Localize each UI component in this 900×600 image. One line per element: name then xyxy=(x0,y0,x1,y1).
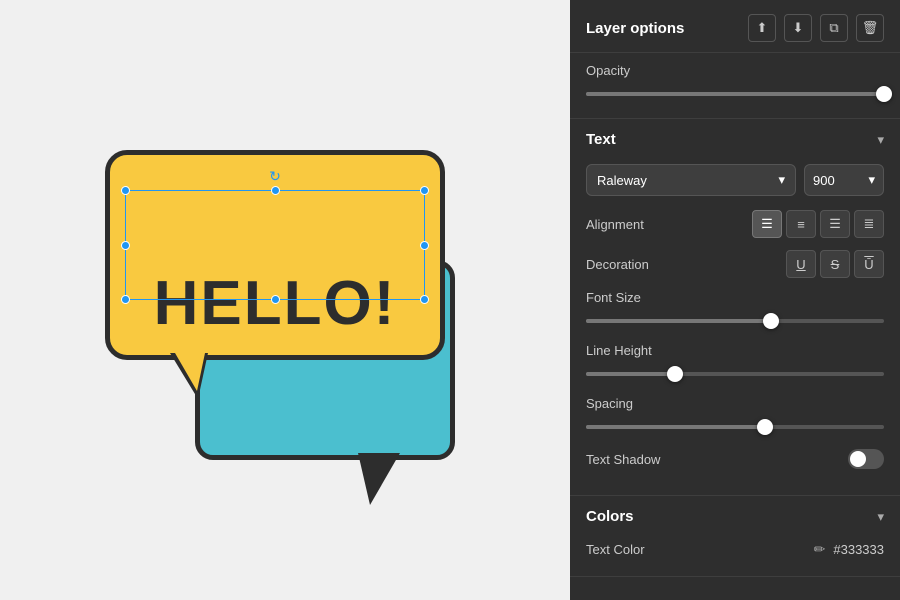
alignment-buttons: ☰ ≡ ☰ ≣ xyxy=(752,210,884,238)
colors-chevron-icon: ▾ xyxy=(877,509,884,525)
spacing-track xyxy=(586,425,884,429)
right-panel: Layer options ⬆ ⬇ ⧉ 🗑 Opacity Text ▾ R xyxy=(570,0,900,600)
line-height-slider[interactable] xyxy=(586,364,884,384)
line-height-fill xyxy=(586,372,675,376)
alignment-row: Alignment ☰ ≡ ☰ ≣ xyxy=(586,210,884,238)
spacing-row: Spacing xyxy=(586,396,884,437)
align-bottom-button[interactable]: ⬇ xyxy=(784,14,812,42)
text-color-value[interactable]: #333333 xyxy=(833,542,884,557)
opacity-thumb[interactable] xyxy=(876,86,892,102)
decoration-buttons: U S Ū xyxy=(786,250,884,278)
copy-button[interactable]: ⧉ xyxy=(820,14,848,42)
text-section: Text ▾ Raleway ▾ 900 ▾ Alignment ☰ xyxy=(570,119,900,496)
text-shadow-row: Text Shadow xyxy=(586,449,884,469)
alignment-label: Alignment xyxy=(586,217,644,232)
text-shadow-toggle[interactable] xyxy=(848,449,884,469)
text-section-header[interactable]: Text ▾ xyxy=(570,119,900,160)
delete-button[interactable]: 🗑 xyxy=(856,14,884,42)
font-size-row: Font Size xyxy=(586,290,884,331)
line-height-row: Line Height xyxy=(586,343,884,384)
line-height-label: Line Height xyxy=(586,343,884,358)
text-section-title: Text xyxy=(586,131,616,148)
layer-options-title: Layer options xyxy=(586,20,684,37)
opacity-fill xyxy=(586,92,884,96)
spacing-label: Spacing xyxy=(586,396,884,411)
illustration: HELLO! ↻ xyxy=(75,90,495,510)
text-color-controls: ✏ #333333 xyxy=(814,541,884,558)
align-center-button[interactable]: ≡ xyxy=(786,210,816,238)
pipette-icon[interactable]: ✏ xyxy=(814,541,826,558)
text-color-row: Text Color ✏ #333333 xyxy=(586,541,884,558)
spacing-fill xyxy=(586,425,765,429)
text-shadow-label: Text Shadow xyxy=(586,452,660,467)
underline-button[interactable]: U xyxy=(786,250,816,278)
spacing-slider[interactable] xyxy=(586,417,884,437)
align-top-button[interactable]: ⬆ xyxy=(748,14,776,42)
opacity-track xyxy=(586,92,884,96)
colors-section: Colors ▾ Text Color ✏ #333333 xyxy=(570,496,900,577)
line-height-track xyxy=(586,372,884,376)
decoration-row: Decoration U S Ū xyxy=(586,250,884,278)
colors-section-body: Text Color ✏ #333333 xyxy=(570,537,900,576)
font-family-value: Raleway xyxy=(597,173,647,188)
colors-section-header[interactable]: Colors ▾ xyxy=(570,496,900,537)
opacity-slider[interactable] xyxy=(586,84,884,104)
font-family-select[interactable]: Raleway ▾ xyxy=(586,164,796,196)
layer-options-header: Layer options ⬆ ⬇ ⧉ 🗑 xyxy=(570,0,900,53)
opacity-label: Opacity xyxy=(586,63,884,78)
align-right-button[interactable]: ☰ xyxy=(820,210,850,238)
text-chevron-icon: ▾ xyxy=(877,132,884,148)
text-color-label: Text Color xyxy=(586,542,645,557)
font-family-chevron: ▾ xyxy=(778,172,785,188)
canvas-area[interactable]: HELLO! ↻ xyxy=(0,0,570,600)
overline-button[interactable]: Ū xyxy=(854,250,884,278)
text-shadow-knob xyxy=(850,451,866,467)
layer-options-icons: ⬆ ⬇ ⧉ 🗑 xyxy=(748,14,884,42)
colors-section-title: Colors xyxy=(586,508,634,525)
line-height-thumb[interactable] xyxy=(667,366,683,382)
decoration-label: Decoration xyxy=(586,257,649,272)
hello-text[interactable]: HELLO! xyxy=(105,198,445,408)
font-size-slider[interactable] xyxy=(586,311,884,331)
font-size-track xyxy=(586,319,884,323)
font-weight-select[interactable]: 900 ▾ xyxy=(804,164,884,196)
justify-button[interactable]: ≣ xyxy=(854,210,884,238)
strikethrough-button[interactable]: S xyxy=(820,250,850,278)
align-left-button[interactable]: ☰ xyxy=(752,210,782,238)
spacing-thumb[interactable] xyxy=(757,419,773,435)
font-weight-value: 900 xyxy=(813,173,835,188)
font-row: Raleway ▾ 900 ▾ xyxy=(586,164,884,196)
font-size-label: Font Size xyxy=(586,290,884,305)
opacity-row: Opacity xyxy=(570,53,900,119)
text-section-body: Raleway ▾ 900 ▾ Alignment ☰ ≡ ☰ ≣ xyxy=(570,160,900,495)
font-size-thumb[interactable] xyxy=(763,313,779,329)
font-size-fill xyxy=(586,319,771,323)
font-weight-chevron: ▾ xyxy=(868,172,875,188)
